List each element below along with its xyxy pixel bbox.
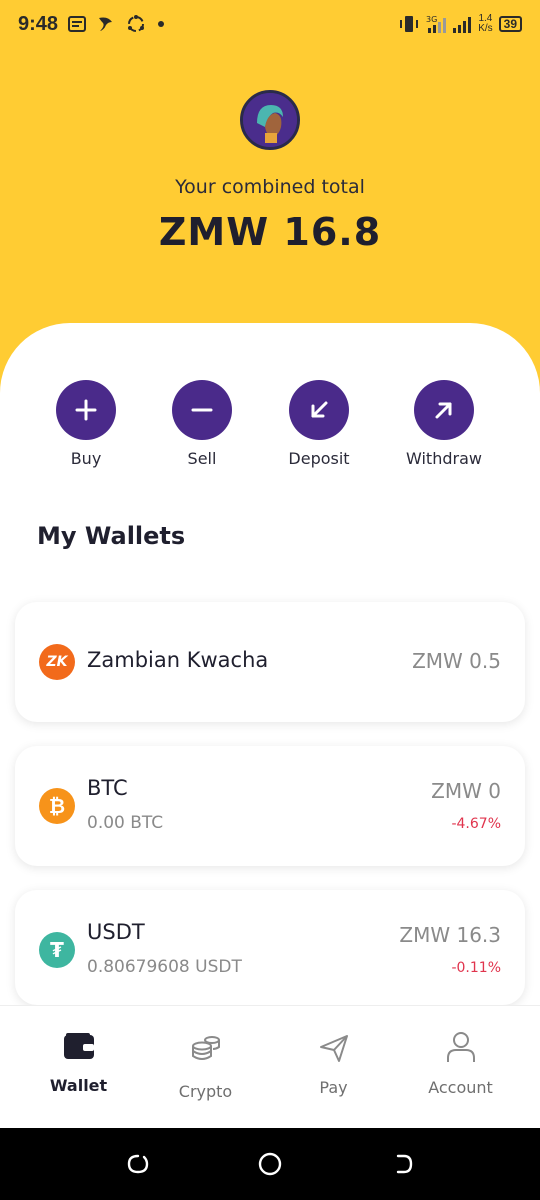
buy-label: Buy	[70, 449, 102, 468]
deposit-label: Deposit	[288, 449, 350, 468]
avatar[interactable]	[240, 90, 300, 150]
system-navigation-bar	[0, 1128, 540, 1200]
tether-icon: ₮	[39, 932, 75, 968]
send-icon	[318, 1032, 350, 1068]
wallet-value: ZMW 16.3	[399, 923, 501, 947]
plus-icon	[56, 380, 116, 440]
dot-icon	[156, 19, 166, 29]
arrow-up-right-icon	[414, 380, 474, 440]
wallet-name: USDT	[87, 920, 145, 944]
status-time: 9:48	[18, 12, 59, 35]
app-icon	[96, 14, 116, 34]
nav-crypto[interactable]: Crypto	[138, 1006, 273, 1129]
back-icon[interactable]	[388, 1150, 416, 1178]
3g-signal-icon: 3G	[426, 14, 447, 34]
buy-button[interactable]: Buy	[31, 380, 141, 468]
recent-apps-icon[interactable]	[124, 1150, 152, 1178]
status-bar: 9:48 3G 1.4 K/s 39	[0, 0, 540, 48]
sell-button[interactable]: Sell	[147, 380, 257, 468]
wallet-name: BTC	[87, 776, 128, 800]
wallet-change: -4.67%	[451, 816, 501, 832]
network-speed: 1.4 K/s	[478, 13, 493, 34]
my-wallets-heading: My Wallets	[37, 522, 186, 550]
sell-label: Sell	[187, 449, 217, 468]
minus-icon	[172, 380, 232, 440]
bitcoin-icon: ₿	[39, 788, 75, 824]
sync-icon	[126, 14, 146, 34]
bottom-navigation: Wallet Crypto Pay Account	[0, 1005, 540, 1128]
withdraw-label: Withdraw	[406, 449, 482, 468]
wallet-value: ZMW 0.5	[412, 649, 501, 673]
nav-account-label: Account	[428, 1078, 493, 1097]
wallet-crypto-amount: 0.00 BTC	[87, 813, 164, 833]
nav-wallet[interactable]: Wallet	[11, 1006, 146, 1129]
nav-pay-label: Pay	[319, 1078, 348, 1097]
wallet-name: Zambian Kwacha	[87, 648, 269, 672]
total-balance: ZMW 16.8	[158, 210, 382, 254]
withdraw-button[interactable]: Withdraw	[389, 380, 499, 468]
kwacha-coin-icon: ZK	[39, 644, 75, 680]
cell-signal-icon	[452, 14, 472, 34]
wallet-card-btc[interactable]: ₿ BTC 0.00 BTC ZMW 0 -4.67%	[15, 746, 525, 866]
wallet-value: ZMW 0	[431, 779, 501, 803]
wallet-crypto-amount: 0.80679608 USDT	[87, 957, 242, 977]
wallet-change: -0.11%	[451, 960, 501, 976]
message-icon	[68, 16, 87, 32]
wallet-icon	[63, 1032, 95, 1064]
nav-pay[interactable]: Pay	[266, 1006, 401, 1129]
nav-account[interactable]: Account	[393, 1006, 528, 1129]
nav-wallet-label: Wallet	[49, 1076, 108, 1095]
home-icon[interactable]	[256, 1150, 284, 1178]
quick-actions: Buy Sell Deposit Withdraw	[0, 380, 540, 470]
wallet-card-zmw[interactable]: ZK Zambian Kwacha ZMW 0.5	[15, 602, 525, 722]
total-label: Your combined total	[175, 176, 365, 198]
user-icon	[445, 1030, 477, 1068]
wallet-card-usdt[interactable]: ₮ USDT 0.80679608 USDT ZMW 16.3 -0.11%	[15, 890, 525, 1005]
deposit-button[interactable]: Deposit	[264, 380, 374, 468]
nav-crypto-label: Crypto	[178, 1082, 233, 1101]
battery-indicator: 39	[498, 16, 522, 32]
vibrate-icon	[398, 15, 420, 33]
arrow-down-left-icon	[289, 380, 349, 440]
svg-text:3G: 3G	[426, 15, 437, 24]
coins-icon	[190, 1032, 222, 1068]
